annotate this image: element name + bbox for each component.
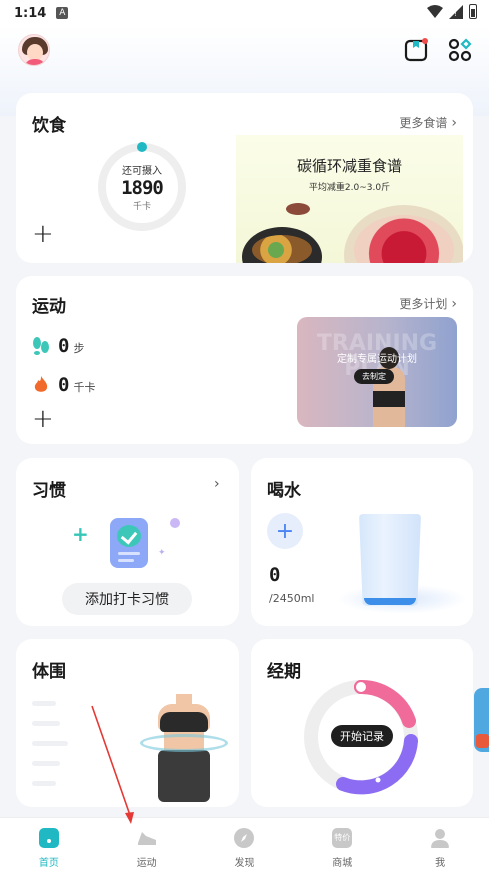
sale-badge: 特价 (334, 833, 351, 842)
water-level (364, 598, 416, 605)
calorie-ring[interactable]: 还可摄入 1890 千卡 (96, 141, 188, 233)
nav-discover[interactable]: 发现 (196, 818, 294, 871)
nav-exercise[interactable]: 运动 (98, 818, 196, 871)
chevron-right-icon: › (451, 114, 457, 131)
user-avatar[interactable] (18, 34, 50, 66)
add-exercise-button[interactable]: + (32, 406, 54, 432)
checklist-icon (110, 518, 148, 568)
decor-ball-icon (170, 518, 180, 528)
habit-title: 习惯 (32, 481, 66, 501)
period-card[interactable]: 经期 开始记录 (251, 639, 473, 807)
nav-shop[interactable]: 特价 商城 (293, 818, 391, 871)
diet-card[interactable]: 饮食 更多食谱 › 还可摄入 1890 千卡 + 碳循环减重食谱 平均减重2.0… (16, 93, 473, 263)
bottom-navigation: 首页 运动 发现 特价 商城 我 (0, 817, 489, 871)
more-recipes-link[interactable]: 更多食谱 › (399, 114, 457, 131)
add-water-button[interactable]: + (267, 513, 303, 549)
nav-home-label: 首页 (38, 858, 59, 869)
notification-icon: A (56, 7, 69, 19)
food-image (286, 203, 310, 215)
diet-title: 饮食 (32, 116, 66, 136)
period-title: 经期 (267, 662, 301, 682)
home-icon (38, 828, 59, 848)
measure-line (32, 721, 60, 726)
measure-line (32, 741, 68, 746)
svg-text:!: ! (454, 10, 457, 18)
body-figure-image (140, 694, 228, 804)
more-plans-label: 更多计划 (399, 297, 448, 311)
water-target: /2450ml (269, 592, 315, 605)
steps-stat: 0 步 (32, 335, 84, 357)
profile-icon (431, 829, 450, 848)
habit-card[interactable]: 习惯 › + ✦ 添加打卡习惯 (16, 458, 239, 626)
nav-profile[interactable]: 我 (391, 818, 489, 871)
floating-promo-badge[interactable] (474, 688, 489, 752)
food-plate-image (344, 205, 463, 263)
training-plan-banner[interactable]: TRAINING PLAN 定制专属运动计划 去制定 (297, 317, 457, 427)
nav-exercise-label: 运动 (136, 858, 157, 869)
status-time: 1:14 (14, 5, 47, 21)
message-icon[interactable] (404, 38, 428, 62)
measure-line (32, 781, 56, 786)
body-measure-card[interactable]: 体围 (16, 639, 239, 807)
water-title: 喝水 (267, 481, 301, 501)
wifi-icon (427, 4, 443, 18)
water-card[interactable]: 喝水 + 0 /2450ml (251, 458, 473, 626)
battery-icon (469, 4, 477, 19)
plan-title: 定制专属运动计划 (337, 354, 417, 365)
measure-line (32, 761, 60, 766)
food-bowl-image (242, 227, 322, 263)
decor-star-icon: ✦ (158, 548, 166, 558)
recipe-banner[interactable]: 碳循环减重食谱 平均减重2.0~3.0斤 (236, 135, 463, 263)
status-icons: ! (427, 4, 477, 19)
flame-icon (34, 376, 48, 392)
measure-line (32, 701, 56, 706)
start-record-button[interactable]: 开始记录 (331, 725, 393, 747)
steps-value: 0 (58, 335, 70, 357)
calorie-unit: 千卡 (132, 202, 151, 212)
sparkle-plus-icon: + (72, 522, 89, 546)
banner-title: 碳循环减重食谱 (296, 157, 402, 175)
chevron-right-icon: › (451, 295, 457, 312)
body-measure-title: 体围 (32, 662, 66, 682)
calories-unit: 千卡 (73, 381, 96, 394)
shoe-icon (137, 832, 156, 845)
nav-profile-label: 我 (435, 858, 446, 869)
water-value: 0 (269, 564, 281, 586)
signal-icon: ! (449, 4, 463, 19)
more-recipes-label: 更多食谱 (399, 116, 448, 130)
nav-home[interactable]: 首页 (0, 818, 98, 871)
nav-discover-label: 发现 (234, 858, 255, 869)
status-bar: 1:14 A ! (0, 0, 489, 26)
compass-icon (234, 828, 255, 848)
more-plans-link[interactable]: 更多计划 › (399, 295, 457, 312)
add-meal-button[interactable]: + (32, 221, 54, 247)
exercise-card[interactable]: 运动 更多计划 › 0 步 0 千卡 + TRAINING PLAN 定制专属运… (16, 276, 473, 444)
chevron-right-icon[interactable]: › (214, 476, 220, 492)
exercise-title: 运动 (32, 297, 66, 317)
remaining-label: 还可摄入 (122, 166, 162, 177)
remaining-value: 1890 (121, 177, 164, 199)
nav-shop-label: 商城 (332, 858, 353, 869)
footprint-icon (33, 337, 49, 355)
apps-icon[interactable] (448, 38, 472, 62)
add-habit-button[interactable]: 添加打卡习惯 (62, 583, 192, 615)
calories-value: 0 (58, 374, 70, 396)
calories-stat: 0 千卡 (32, 374, 95, 396)
create-plan-button[interactable]: 去制定 (354, 369, 394, 384)
water-glass-icon (359, 514, 421, 606)
banner-subtitle: 平均减重2.0~3.0斤 (308, 183, 391, 193)
steps-unit: 步 (73, 342, 85, 355)
